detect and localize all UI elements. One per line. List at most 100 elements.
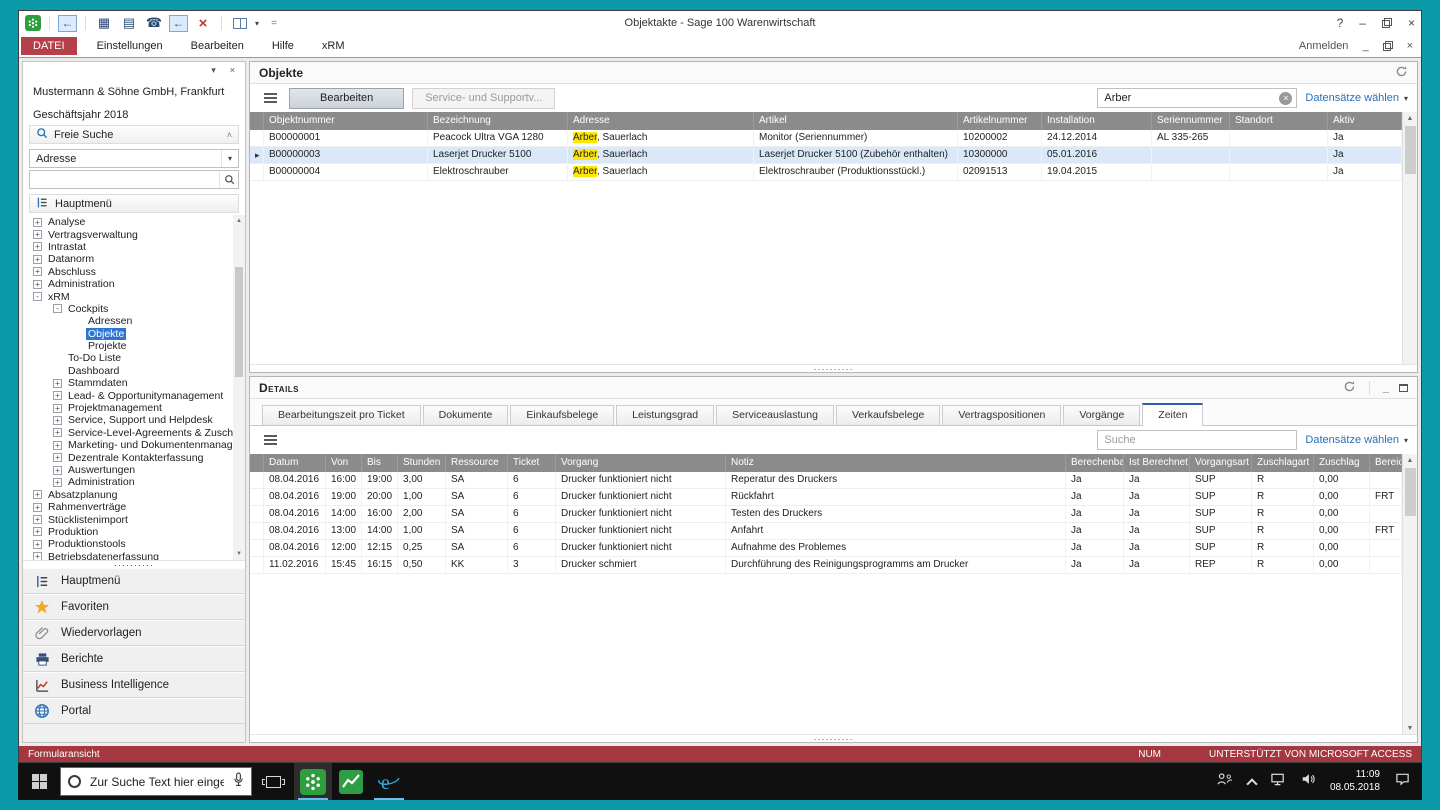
scroll-up-icon[interactable]: ▲	[236, 215, 242, 227]
window-layout-icon[interactable]	[230, 14, 250, 32]
tree-item[interactable]: + Stammdaten	[23, 377, 233, 389]
scroll-up-icon[interactable]: ▲	[1407, 454, 1414, 466]
table-row[interactable]: ▸ B00000003 Laserjet Drucker 5100 Arber,…	[250, 147, 1402, 164]
sidebar-splitter[interactable]: ··········	[23, 560, 245, 568]
speaker-icon[interactable]	[1301, 772, 1315, 791]
action-center-icon[interactable]	[1395, 772, 1410, 791]
datensaetze-waehlen-link[interactable]: Datensätze wählen ▾	[1305, 92, 1408, 104]
menu-item[interactable]: Hilfe	[258, 35, 308, 57]
objekte-scrollbar[interactable]: ▲	[1402, 112, 1417, 364]
details-tab[interactable]: Bearbeitungszeit pro Ticket	[262, 405, 421, 425]
scroll-up-icon[interactable]: ▲	[1407, 112, 1414, 124]
column-header[interactable]: Notiz	[726, 454, 1066, 472]
delete-icon[interactable]: ×	[193, 14, 213, 32]
details-tab[interactable]: Zeiten	[1142, 403, 1203, 426]
column-header[interactable]: Ticket	[508, 454, 556, 472]
taskbar-search-input[interactable]	[88, 774, 226, 790]
scroll-down-icon[interactable]: ▼	[1407, 722, 1414, 734]
refresh-icon[interactable]	[1395, 65, 1408, 81]
tree-expander-icon[interactable]: +	[33, 230, 42, 239]
help-button[interactable]: ?	[1337, 16, 1344, 30]
doc-minimize-button[interactable]: _	[1362, 40, 1368, 52]
sidebar-pin-icon[interactable]: ▾	[211, 65, 216, 78]
tree-item[interactable]: + Produktion	[23, 526, 233, 538]
tree-expander-icon[interactable]: +	[53, 391, 62, 400]
details-search-input[interactable]	[1098, 434, 1296, 446]
tree-expander-icon[interactable]: +	[33, 267, 42, 276]
table-row[interactable]: 08.04.2016 12:00 12:15 0,25 SA 6 Drucker…	[250, 540, 1402, 557]
tree-item[interactable]: + Intrastat	[23, 241, 233, 253]
column-header[interactable]: Bereich	[1370, 454, 1402, 472]
minimize-button[interactable]: –	[1359, 16, 1366, 30]
tree-scrollbar[interactable]: ▲ ▼	[233, 215, 245, 560]
collapse-chevron-icon[interactable]: ˄	[227, 130, 232, 140]
tree-expander-icon[interactable]: +	[33, 515, 42, 524]
tree-item[interactable]: + Abschluss	[23, 266, 233, 278]
scrollbar-thumb[interactable]	[235, 267, 243, 377]
details-scrollbar[interactable]: ▲ ▼	[1402, 454, 1417, 734]
column-header[interactable]: Stunden	[398, 454, 446, 472]
tree-item[interactable]: - xRM	[23, 290, 233, 302]
search-button[interactable]	[219, 171, 238, 188]
table-row[interactable]: 08.04.2016 14:00 16:00 2,00 SA 6 Drucker…	[250, 506, 1402, 523]
people-icon[interactable]	[1216, 772, 1233, 791]
tree-expander-icon[interactable]: +	[33, 255, 42, 264]
tree-item[interactable]: + Dezentrale Kontakterfassung	[23, 451, 233, 463]
column-header[interactable]: Artikelnummer	[958, 112, 1042, 130]
tree-item[interactable]: + Lead- & Opportunitymanagement	[23, 389, 233, 401]
details-tab[interactable]: Vorgänge	[1063, 405, 1140, 425]
column-header[interactable]: Aktiv	[1328, 112, 1402, 130]
column-header[interactable]: Standort	[1230, 112, 1328, 130]
tree-expander-icon[interactable]: +	[33, 280, 42, 289]
layout-caret-icon[interactable]: ▾	[255, 19, 259, 28]
calculator-icon[interactable]: ▦	[94, 14, 114, 32]
horizontal-splitter[interactable]: ··········	[250, 734, 1417, 742]
column-header[interactable]: Installation	[1042, 112, 1152, 130]
free-search-input[interactable]	[30, 171, 219, 188]
tree-expander-icon[interactable]: +	[33, 218, 42, 227]
menu-item[interactable]: Bearbeiten	[177, 35, 258, 57]
details-tab[interactable]: Verkaufsbelege	[836, 405, 940, 425]
table-row[interactable]: 11.02.2016 15:45 16:15 0,50 KK 3 Drucker…	[250, 557, 1402, 574]
sidebar-item-hauptmenu[interactable]: Hauptmenü	[23, 568, 245, 594]
taskbar-app-sage[interactable]	[294, 763, 332, 800]
column-header[interactable]: Vorgangsart	[1190, 454, 1252, 472]
restore-button[interactable]	[1382, 18, 1392, 28]
panel-minimize-icon[interactable]: _	[1383, 382, 1389, 394]
tray-expand-icon[interactable]	[1246, 778, 1257, 789]
menu-item[interactable]: xRM	[308, 35, 359, 57]
tree-item[interactable]: To-Do Liste	[23, 352, 233, 364]
scroll-down-icon[interactable]: ▼	[236, 548, 242, 560]
panel-maximize-icon[interactable]	[1399, 384, 1408, 392]
column-header[interactable]: Ist Berechnet	[1124, 454, 1190, 472]
column-header[interactable]: Bezeichnung	[428, 112, 568, 130]
microphone-icon[interactable]	[233, 772, 244, 792]
tree-item[interactable]: + Administration	[23, 476, 233, 488]
tree-item[interactable]: - Cockpits	[23, 303, 233, 315]
tree-item[interactable]: + Auswertungen	[23, 464, 233, 476]
table-row[interactable]: 08.04.2016 19:00 20:00 1,00 SA 6 Drucker…	[250, 489, 1402, 506]
tree-expander-icon[interactable]: +	[33, 527, 42, 536]
tree-item[interactable]: Objekte	[23, 328, 233, 340]
back-icon[interactable]: ←	[58, 15, 77, 32]
doc-close-button[interactable]: ×	[1407, 40, 1413, 52]
tree-item[interactable]: + Betriebsdatenerfassung	[23, 551, 233, 560]
tree-item[interactable]: Projekte	[23, 340, 233, 352]
tree-expander-icon[interactable]	[73, 317, 82, 326]
tree-item[interactable]: Adressen	[23, 315, 233, 327]
search-field-dropdown[interactable]: Adresse ▾	[29, 149, 239, 168]
sidebar-item-wiedervorlagen[interactable]: Wiedervorlagen	[23, 620, 245, 646]
tree-expander-icon[interactable]	[73, 329, 82, 338]
details-tab[interactable]: Leistungsgrad	[616, 405, 714, 425]
column-header[interactable]: Zuschlag	[1314, 454, 1370, 472]
tree-expander-icon[interactable]: -	[33, 292, 42, 301]
table-row[interactable]: 08.04.2016 13:00 14:00 1,00 SA 6 Drucker…	[250, 523, 1402, 540]
tree-item[interactable]: + Service, Support und Helpdesk	[23, 414, 233, 426]
start-button[interactable]	[18, 763, 60, 800]
tree-expander-icon[interactable]: +	[53, 428, 62, 437]
tree-item[interactable]: + Marketing- und Dokumentenmanagement	[23, 439, 233, 451]
tree-item[interactable]: + Administration	[23, 278, 233, 290]
toolbar-options-icon[interactable]: =	[264, 14, 284, 32]
tree-expander-icon[interactable]: +	[33, 552, 42, 560]
column-header[interactable]: Artikel	[754, 112, 958, 130]
